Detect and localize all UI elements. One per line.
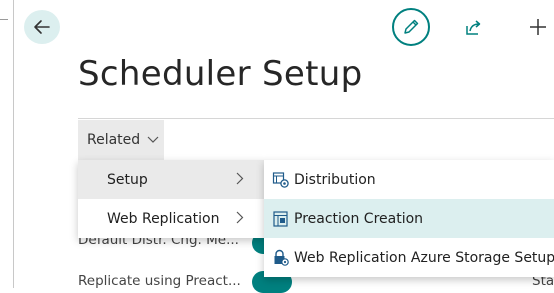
plus-icon (530, 19, 546, 35)
chevron-right-icon (236, 211, 244, 224)
back-button[interactable] (24, 10, 60, 44)
related-label: Related (87, 132, 141, 148)
distribution-icon (272, 171, 290, 189)
page-title: Scheduler Setup (78, 54, 363, 94)
scroll-tick (0, 19, 8, 20)
chevron-right-icon (236, 172, 244, 185)
submenu-item-preaction-creation[interactable]: Preaction Creation (264, 199, 554, 238)
submenu-item-label: Preaction Creation (294, 210, 424, 227)
menu-item-web-replication[interactable]: Web Replication (78, 199, 264, 238)
share-icon (466, 20, 481, 35)
related-menu-button[interactable]: Related (78, 120, 164, 160)
submenu-item-distribution[interactable]: Distribution (264, 160, 554, 199)
submenu-item-web-replication-azure[interactable]: Web Replication Azure Storage Setup (264, 238, 554, 277)
preaction-table-icon (272, 210, 290, 228)
arrow-left-icon (34, 20, 50, 34)
related-dropdown: Setup Web Replication (78, 160, 264, 238)
submenu-item-label: Distribution (294, 171, 376, 188)
page-edge-line (13, 0, 14, 288)
edit-button[interactable] (392, 8, 430, 46)
setup-submenu: Distribution Preaction Creation Web Repl… (264, 160, 554, 277)
chevron-down-icon (147, 136, 159, 144)
add-button[interactable] (525, 14, 551, 40)
field-label-replicate-preaction: Replicate using Preact... (78, 273, 241, 289)
title-divider (78, 118, 554, 119)
locked-storage-icon (272, 249, 290, 267)
menu-item-setup[interactable]: Setup (78, 160, 264, 199)
pencil-icon (404, 19, 419, 34)
submenu-item-label: Web Replication Azure Storage Setup (294, 249, 554, 266)
menu-item-label: Web Replication (107, 210, 220, 227)
share-button[interactable] (462, 15, 486, 39)
menu-item-label: Setup (107, 171, 148, 188)
